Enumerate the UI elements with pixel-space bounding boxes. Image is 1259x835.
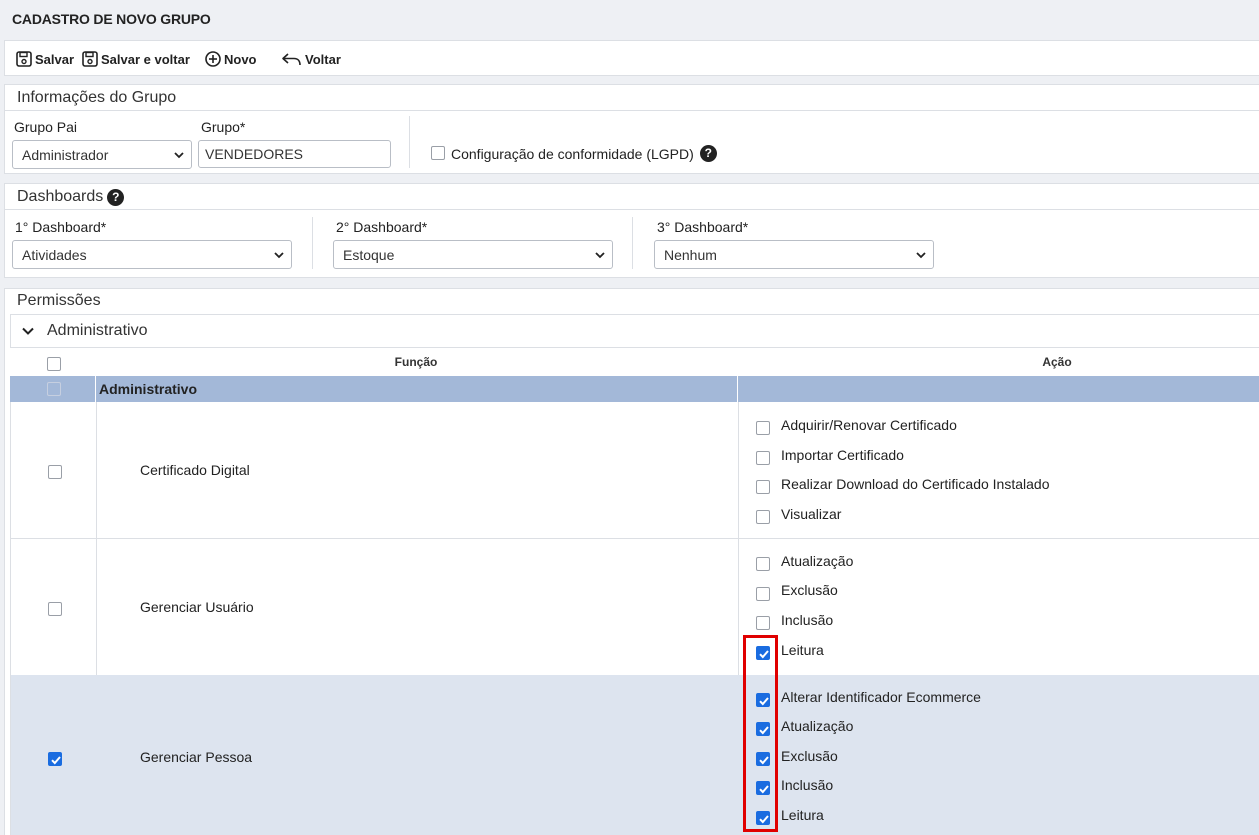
toolbar: Salvar Salvar e voltar Novo Voltar xyxy=(4,40,1259,76)
group-info-title: Informações do Grupo xyxy=(17,89,177,106)
save-and-back-button[interactable]: Salvar e voltar xyxy=(81,49,190,69)
group-name-value: VENDEDORES xyxy=(205,146,304,162)
new-button[interactable]: Novo xyxy=(204,49,257,69)
function-label: Gerenciar Usuário xyxy=(140,599,254,615)
floppy-disk-icon xyxy=(82,51,98,67)
parent-group-value: Administrador xyxy=(22,146,109,163)
accordion-administrativo[interactable]: Administrativo xyxy=(10,314,1259,348)
dashboard-1-label: 1° Dashboard* xyxy=(15,219,107,235)
permissions-title: Permissões xyxy=(17,292,101,309)
parent-group-label: Grupo Pai xyxy=(14,119,78,135)
action-label: Adquirir/Renovar Certificado xyxy=(781,417,957,433)
divider xyxy=(5,209,1259,210)
action-label: Inclusão xyxy=(781,612,834,628)
action-label: Importar Certificado xyxy=(781,447,904,463)
divider xyxy=(96,402,97,539)
chevron-down-icon xyxy=(22,327,34,335)
divider xyxy=(632,217,633,269)
select-all-checkbox[interactable] xyxy=(47,357,61,371)
divider xyxy=(96,539,97,675)
lgpd-label: Configuração de conformidade (LGPD) xyxy=(451,145,694,162)
dashboard-2-select[interactable]: Estoque xyxy=(333,240,613,269)
divider xyxy=(409,116,410,168)
accordion-label: Administrativo xyxy=(47,322,148,339)
group-row: Administrativo xyxy=(10,376,1259,402)
group-name-input[interactable]: VENDEDORES xyxy=(198,140,391,168)
group-checkbox[interactable] xyxy=(47,382,61,396)
save-and-back-button-label: Salvar e voltar xyxy=(101,51,190,67)
help-icon[interactable]: ? xyxy=(107,188,125,206)
parent-group-select[interactable]: Administrador xyxy=(12,140,192,169)
undo-arrow-icon xyxy=(282,53,301,66)
function-checkbox[interactable] xyxy=(48,752,62,766)
action-checkbox[interactable] xyxy=(756,557,770,571)
lgpd-field: Configuração de conformidade (LGPD) ? xyxy=(451,145,717,162)
dashboard-3-select[interactable]: Nenhum xyxy=(654,240,934,269)
chevron-down-icon xyxy=(174,152,184,159)
divider xyxy=(737,376,738,402)
action-label: Leitura xyxy=(781,642,824,658)
column-header-action: Ação xyxy=(1042,355,1072,369)
save-button[interactable]: Salvar xyxy=(15,49,74,69)
action-checkbox[interactable] xyxy=(756,451,770,465)
chevron-down-icon xyxy=(274,252,284,259)
action-label: Atualização xyxy=(781,553,854,569)
new-button-label: Novo xyxy=(224,51,257,67)
divider xyxy=(5,110,1259,111)
divider xyxy=(312,217,313,269)
dashboard-1-value: Atividades xyxy=(22,246,87,263)
back-button-label: Voltar xyxy=(305,51,341,67)
dashboard-3-label: 3° Dashboard* xyxy=(657,219,749,235)
action-label: Alterar Identificador Ecommerce xyxy=(781,689,981,705)
dashboards-panel: Dashboards ? 1° Dashboard* Atividades 2°… xyxy=(4,183,1259,278)
floppy-disk-icon xyxy=(16,51,32,67)
divider xyxy=(738,402,739,539)
lgpd-checkbox[interactable] xyxy=(431,146,445,160)
group-info-panel: Informações do Grupo Grupo Pai Administr… xyxy=(4,84,1259,174)
dashboards-title: Dashboards xyxy=(17,188,104,205)
group-name-label: Grupo* xyxy=(201,119,246,135)
table-row: Certificado Digital Adquirir/Renovar Cer… xyxy=(10,402,1259,539)
group-label: Administrativo xyxy=(99,381,198,397)
dashboard-1-select[interactable]: Atividades xyxy=(12,240,292,269)
save-button-label: Salvar xyxy=(35,51,75,67)
divider xyxy=(738,539,739,675)
action-checkbox[interactable] xyxy=(756,616,770,630)
function-label: Certificado Digital xyxy=(140,462,250,478)
function-checkbox[interactable] xyxy=(48,602,62,616)
action-label: Leitura xyxy=(781,807,824,823)
plus-circle-icon xyxy=(205,51,221,67)
check-icon xyxy=(51,756,61,765)
dashboards-title-row: Dashboards ? xyxy=(17,188,125,206)
action-checkbox[interactable] xyxy=(756,421,770,435)
action-checkbox[interactable] xyxy=(756,510,770,524)
action-label: Exclusão xyxy=(781,582,838,598)
table-row: Gerenciar Pessoa Alterar Identificador E… xyxy=(10,675,1259,835)
action-label: Inclusão xyxy=(781,777,834,793)
page-header: CADASTRO DE NOVO GRUPO xyxy=(0,0,1259,40)
dashboard-3-value: Nenhum xyxy=(664,246,717,263)
highlight-box xyxy=(743,635,778,832)
action-checkbox[interactable] xyxy=(756,480,770,494)
chevron-down-icon xyxy=(916,252,926,259)
chevron-down-icon xyxy=(595,252,605,259)
divider xyxy=(95,376,96,402)
page-title: CADASTRO DE NOVO GRUPO xyxy=(12,11,211,27)
action-label: Exclusão xyxy=(781,748,838,764)
table-row: Gerenciar Usuário Atualização Exclusão I… xyxy=(10,539,1259,675)
permissions-panel: Permissões Administrativo Função Ação Ad… xyxy=(4,288,1259,835)
dashboard-2-value: Estoque xyxy=(343,246,395,263)
dashboard-2-label: 2° Dashboard* xyxy=(336,219,428,235)
action-checkbox[interactable] xyxy=(756,587,770,601)
action-label: Visualizar xyxy=(781,506,842,522)
action-label: Realizar Download do Certificado Instala… xyxy=(781,476,1050,492)
function-checkbox[interactable] xyxy=(48,465,62,479)
function-label: Gerenciar Pessoa xyxy=(140,749,253,765)
back-button[interactable]: Voltar xyxy=(281,49,341,69)
action-label: Atualização xyxy=(781,718,854,734)
column-header-function: Função xyxy=(394,355,438,369)
help-icon[interactable]: ? xyxy=(699,145,717,162)
